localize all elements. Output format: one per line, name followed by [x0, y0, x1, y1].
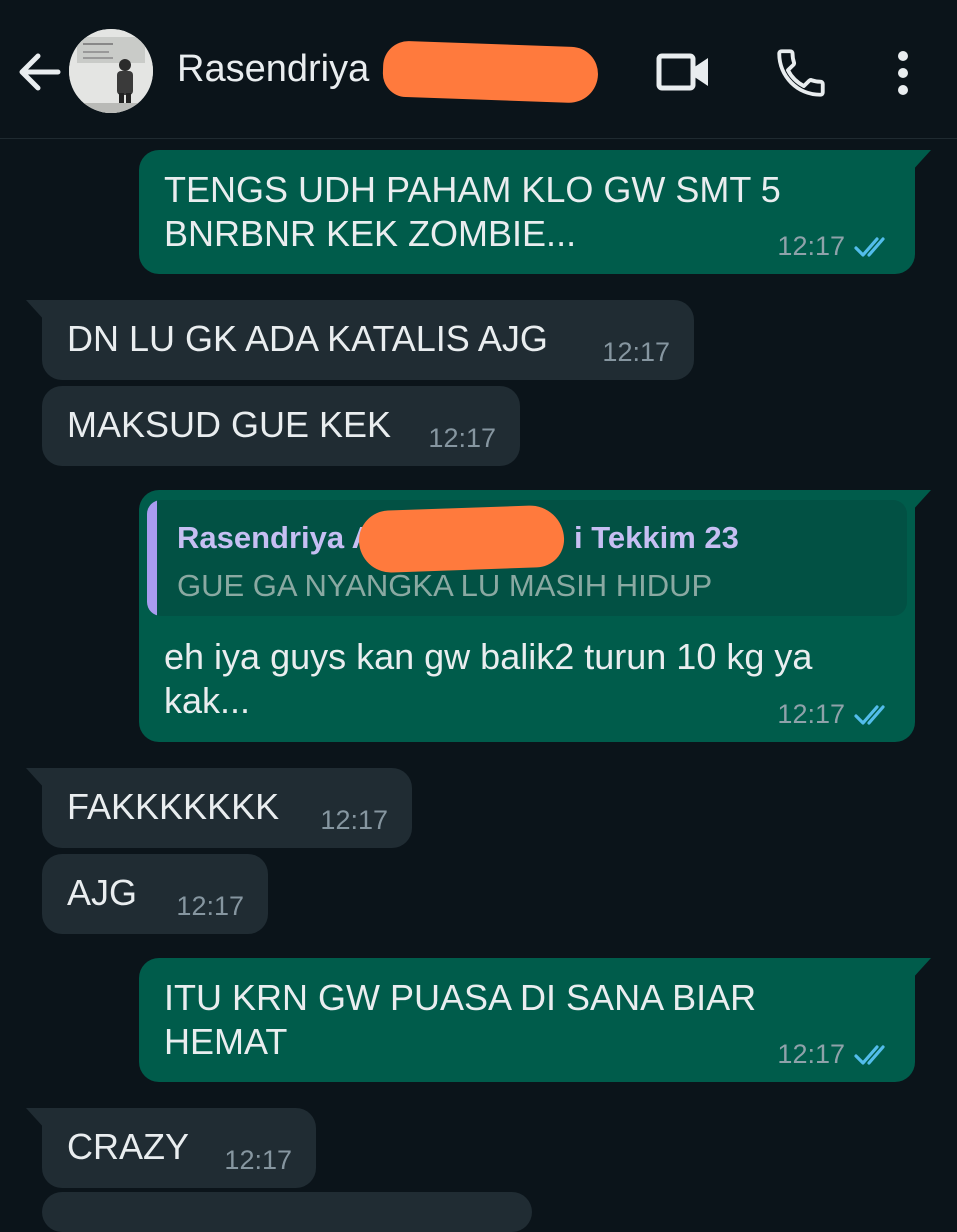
bubble-tail [26, 300, 46, 322]
message-meta: 12:17 [320, 805, 388, 836]
video-call-button[interactable] [654, 46, 714, 98]
bubble-tail [911, 958, 931, 980]
message-meta: 12:17 [777, 699, 891, 730]
back-button[interactable] [14, 46, 66, 98]
quote-author-end: i Tekkim 23 [574, 520, 739, 555]
quote-text: GUE GA NYANGKA LU MASIH HIDUP [177, 568, 713, 603]
message-text: DN LU GK ADA KATALIS AJG [67, 318, 548, 359]
quote-author-start: Rasendriya A [177, 520, 374, 555]
message-text: MAKSUD GUE KEK [67, 404, 392, 445]
avatar-image [69, 29, 153, 113]
message-meta: 12:17 [176, 891, 244, 922]
redaction-mark [357, 504, 566, 574]
message-time: 12:17 [176, 891, 244, 921]
contact-name[interactable]: Rasendriya [177, 48, 369, 91]
quote-accent-bar [147, 500, 157, 616]
outgoing-message[interactable]: TENGS UDH PAHAM KLO GW SMT 5 BNRBNR KEK … [139, 150, 931, 274]
bubble-tail [911, 150, 931, 172]
voice-call-button[interactable] [772, 44, 830, 102]
message-time: 12:17 [224, 1145, 292, 1175]
double-check-icon [854, 1044, 885, 1065]
message-time: 12:17 [777, 699, 845, 729]
phone-call-icon [777, 49, 825, 97]
contact-avatar[interactable] [69, 29, 153, 113]
chat-header: Rasendriya [0, 0, 957, 139]
message-meta: 12:17 [777, 231, 891, 262]
message-time: 12:17 [428, 423, 496, 453]
bubble-tail [911, 490, 931, 512]
message-text: eh iya guys kan gw balik2 turun 10 kg ya… [164, 636, 813, 721]
message-meta: 12:17 [602, 337, 670, 368]
back-arrow-icon [19, 53, 61, 91]
message-text: AJG [67, 872, 138, 913]
message-time: 12:17 [602, 337, 670, 367]
incoming-message[interactable]: FAKKKKKKK 12:17 [26, 768, 412, 848]
quoted-message[interactable]: Rasendriya A i Tekkim 23 GUE GA NYANGKA L… [147, 500, 907, 616]
message-time: 12:17 [320, 805, 388, 835]
more-options-icon [898, 51, 908, 95]
more-options-button[interactable] [882, 44, 924, 102]
message-text: FAKKKKKKK [67, 786, 280, 827]
bubble-tail [26, 1108, 46, 1130]
outgoing-reply-message[interactable]: Rasendriya A i Tekkim 23 GUE GA NYANGKA L… [139, 490, 931, 742]
message-text: ITU KRN GW PUASA DI SANA BIAR HEMAT [164, 977, 757, 1062]
bubble-tail [26, 768, 46, 790]
incoming-message[interactable]: CRAZY 12:17 [26, 1108, 316, 1188]
message-meta: 12:17 [428, 423, 496, 454]
incoming-message[interactable]: MAKSUD GUE KEK 12:17 [42, 386, 520, 466]
message-text: CRAZY [67, 1126, 190, 1167]
incoming-message-partial[interactable] [42, 1192, 532, 1232]
redaction-mark [382, 40, 599, 104]
message-meta: 12:17 [777, 1039, 891, 1070]
incoming-message[interactable]: DN LU GK ADA KATALIS AJG 12:17 [26, 300, 694, 380]
double-check-icon [854, 704, 885, 725]
double-check-icon [854, 236, 885, 257]
message-time: 12:17 [777, 1039, 845, 1069]
outgoing-message[interactable]: ITU KRN GW PUASA DI SANA BIAR HEMAT 12:1… [139, 958, 931, 1082]
message-meta: 12:17 [224, 1145, 292, 1176]
message-text: TENGS UDH PAHAM KLO GW SMT 5 BNRBNR KEK … [164, 169, 781, 254]
message-time: 12:17 [777, 231, 845, 261]
video-call-icon [656, 53, 708, 91]
incoming-message[interactable]: AJG 12:17 [42, 854, 268, 934]
